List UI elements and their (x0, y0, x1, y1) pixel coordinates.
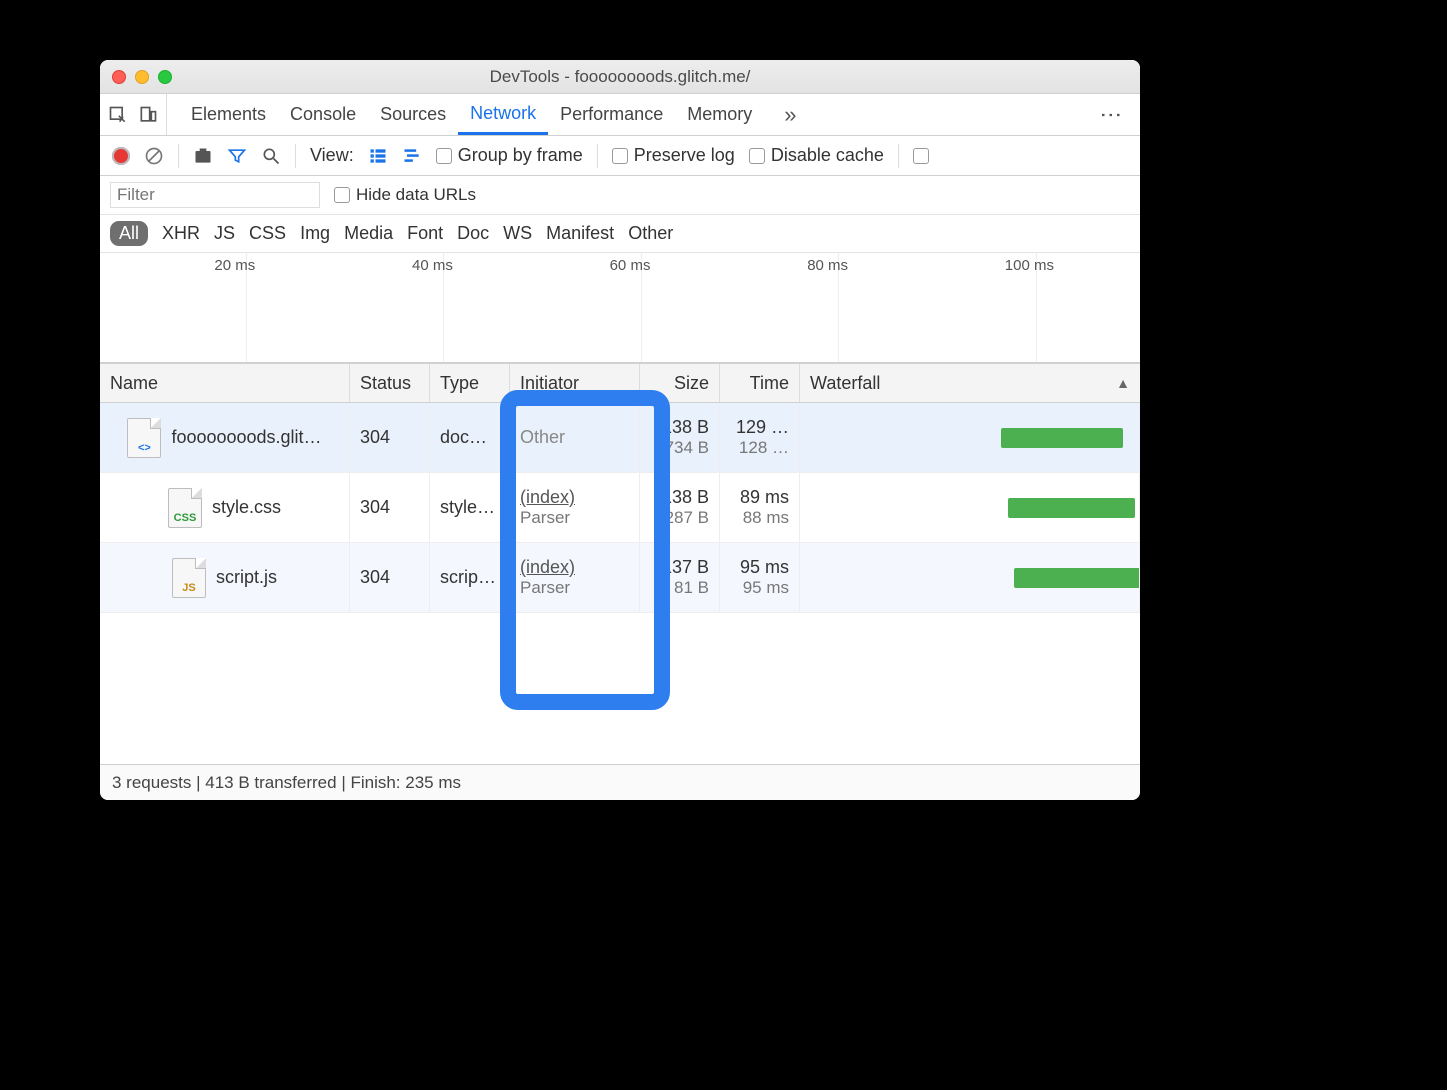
tab-sources[interactable]: Sources (368, 94, 458, 135)
tabs-overflow-button[interactable]: » (776, 102, 804, 128)
disable-cache-checkbox[interactable]: Disable cache (749, 145, 884, 166)
col-time[interactable]: Time (720, 364, 800, 402)
network-table: Name Status Type Initiator Size Time Wat… (100, 363, 1140, 764)
devtools-menu-button[interactable]: ⋮ (1090, 104, 1132, 126)
capture-screenshots-icon[interactable] (193, 146, 213, 166)
tab-performance[interactable]: Performance (548, 94, 675, 135)
preserve-log-checkbox[interactable]: Preserve log (612, 145, 735, 166)
doc-file-icon: <> (127, 418, 161, 458)
waterfall-cell (800, 543, 1140, 612)
divider (597, 144, 598, 168)
status-cell: 304 (350, 473, 430, 542)
group-by-frame-label: Group by frame (458, 145, 583, 166)
clear-icon[interactable] (144, 146, 164, 166)
tab-console[interactable]: Console (278, 94, 368, 135)
filter-row: Hide data URLs (100, 176, 1140, 215)
initiator-cell[interactable]: (index)Parser (510, 473, 640, 542)
preserve-log-label: Preserve log (634, 145, 735, 166)
size-cell: 137 B81 B (640, 543, 720, 612)
filter-type-doc[interactable]: Doc (457, 223, 489, 244)
group-by-frame-checkbox[interactable]: Group by frame (436, 145, 583, 166)
filter-type-img[interactable]: Img (300, 223, 330, 244)
col-status[interactable]: Status (350, 364, 430, 402)
col-type[interactable]: Type (430, 364, 510, 402)
css-file-icon: CSS (168, 488, 202, 528)
time-cell: 89 ms88 ms (720, 473, 800, 542)
time-cell: 95 ms95 ms (720, 543, 800, 612)
disable-cache-label: Disable cache (771, 145, 884, 166)
waterfall-cell (800, 403, 1140, 472)
col-initiator[interactable]: Initiator (510, 364, 640, 402)
filter-icon[interactable] (227, 146, 247, 166)
filter-type-ws[interactable]: WS (503, 223, 532, 244)
request-name: foooooooods.glit… (171, 427, 321, 448)
status-summary: 3 requests | 413 B transferred | Finish:… (112, 773, 461, 793)
tab-elements[interactable]: Elements (179, 94, 278, 135)
timeline-tick: 40 ms (412, 257, 453, 274)
request-name: style.css (212, 497, 281, 518)
table-header-row: Name Status Type Initiator Size Time Wat… (100, 363, 1140, 403)
waterfall-cell (800, 473, 1140, 542)
col-size[interactable]: Size (640, 364, 720, 402)
tab-memory[interactable]: Memory (675, 94, 764, 135)
col-waterfall[interactable]: Waterfall▲ (800, 364, 1140, 402)
device-toolbar-icon[interactable] (138, 105, 158, 125)
filter-input[interactable] (110, 182, 320, 208)
initiator-cell[interactable]: Other (510, 403, 640, 472)
size-cell: 138 B734 B (640, 403, 720, 472)
timeline-tick: 60 ms (610, 257, 651, 274)
devtools-window: DevTools - foooooooods.glitch.me/ Elemen… (100, 60, 1140, 800)
timeline-tick: 20 ms (214, 257, 255, 274)
col-name[interactable]: Name (100, 364, 350, 402)
type-filters: All XHR JS CSS Img Media Font Doc WS Manifest Othe… (100, 215, 1140, 253)
filter-type-js[interactable]: JS (214, 223, 235, 244)
type-cell: scrip… (430, 543, 510, 612)
search-icon[interactable] (261, 146, 281, 166)
divider (295, 144, 296, 168)
type-cell: doc… (430, 403, 510, 472)
filter-type-font[interactable]: Font (407, 223, 443, 244)
filter-type-media[interactable]: Media (344, 223, 393, 244)
filter-type-manifest[interactable]: Manifest (546, 223, 614, 244)
size-cell: 138 B287 B (640, 473, 720, 542)
filter-type-xhr[interactable]: XHR (162, 223, 200, 244)
js-file-icon: JS (172, 558, 206, 598)
request-name: script.js (216, 567, 277, 588)
offline-checkbox[interactable] (913, 148, 929, 164)
time-cell: 129 …128 … (720, 403, 800, 472)
window-title: DevTools - foooooooods.glitch.me/ (100, 67, 1140, 87)
inspect-element-icon[interactable] (108, 105, 128, 125)
timeline-overview[interactable]: 20 ms 40 ms 60 ms 80 ms 100 ms (100, 253, 1140, 363)
timeline-tick: 100 ms (1005, 257, 1054, 274)
tab-network[interactable]: Network (458, 94, 548, 135)
table-row[interactable]: CSS style.css 304style…(index)Parser138 B2… (100, 473, 1140, 543)
timeline-tick: 80 ms (807, 257, 848, 274)
table-row[interactable]: JS script.js 304scrip…(index)Parser137 B81… (100, 543, 1140, 613)
view-label: View: (310, 145, 354, 166)
panel-tabs: ElementsConsoleSourcesNetworkPerformance… (100, 94, 1140, 136)
status-bar: 3 requests | 413 B transferred | Finish:… (100, 764, 1140, 800)
filter-type-other[interactable]: Other (628, 223, 673, 244)
titlebar: DevTools - foooooooods.glitch.me/ (100, 60, 1140, 94)
filter-type-css[interactable]: CSS (249, 223, 286, 244)
hide-data-urls-label: Hide data URLs (356, 185, 476, 205)
hide-data-urls-checkbox[interactable]: Hide data URLs (334, 185, 476, 205)
record-button[interactable] (112, 147, 130, 165)
network-toolbar: View: Group by frame Preserve log Disabl… (100, 136, 1140, 176)
table-row[interactable]: <> foooooooods.glit… 304doc…Other138 B734 … (100, 403, 1140, 473)
divider (898, 144, 899, 168)
type-cell: style… (430, 473, 510, 542)
status-cell: 304 (350, 543, 430, 612)
initiator-cell[interactable]: (index)Parser (510, 543, 640, 612)
waterfall-view-icon[interactable] (402, 146, 422, 166)
filter-type-all[interactable]: All (110, 221, 148, 246)
status-cell: 304 (350, 403, 430, 472)
divider (178, 144, 179, 168)
large-rows-icon[interactable] (368, 146, 388, 166)
table-body: <>foooooooods.glit…304doc…Other138 B734 … (100, 403, 1140, 764)
